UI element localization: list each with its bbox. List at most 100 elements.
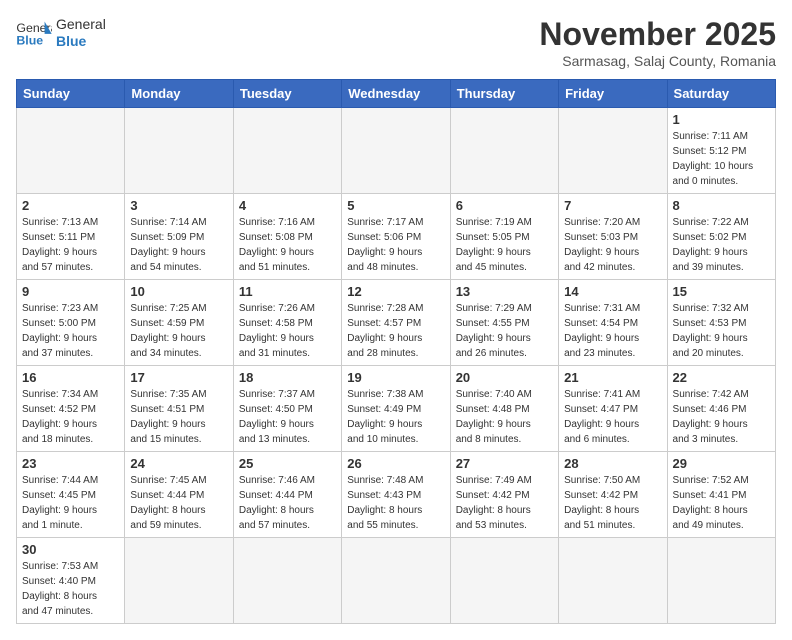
calendar-week-4: 23 Sunrise: 7:44 AM Sunset: 4:45 PM Dayli… (17, 452, 776, 538)
day-info: Sunrise: 7:38 AM Sunset: 4:49 PM Dayligh… (347, 387, 444, 447)
calendar-cell: 5 Sunrise: 7:17 AM Sunset: 5:06 PM Daylig… (342, 194, 450, 280)
day-info: Sunrise: 7:45 AM Sunset: 4:44 PM Dayligh… (130, 473, 227, 533)
day-number: 2 (22, 198, 119, 213)
day-info: Sunrise: 7:31 AM Sunset: 4:54 PM Dayligh… (564, 301, 661, 361)
day-number: 14 (564, 284, 661, 299)
calendar-header-saturday: Saturday (667, 80, 775, 108)
calendar-cell: 15 Sunrise: 7:32 AM Sunset: 4:53 PM Dayli… (667, 280, 775, 366)
day-number: 24 (130, 456, 227, 471)
calendar-week-2: 9Sunrise: 7:23 AM Sunset: 5:00 PM Daylig… (17, 280, 776, 366)
day-number: 4 (239, 198, 336, 213)
day-number: 27 (456, 456, 553, 471)
day-info: Sunrise: 7:35 AM Sunset: 4:51 PM Dayligh… (130, 387, 227, 447)
day-info: Sunrise: 7:20 AM Sunset: 5:03 PM Dayligh… (564, 215, 661, 275)
calendar-cell (667, 538, 775, 624)
day-info: Sunrise: 7:48 AM Sunset: 4:43 PM Dayligh… (347, 473, 444, 533)
calendar-week-1: 2 Sunrise: 7:13 AM Sunset: 5:11 PM Daylig… (17, 194, 776, 280)
calendar-cell: 30Sunrise: 7:53 AM Sunset: 4:40 PM Dayli… (17, 538, 125, 624)
day-info: Sunrise: 7:52 AM Sunset: 4:41 PM Dayligh… (673, 473, 770, 533)
day-number: 22 (673, 370, 770, 385)
day-number: 17 (130, 370, 227, 385)
day-number: 5 (347, 198, 444, 213)
calendar-cell: 14 Sunrise: 7:31 AM Sunset: 4:54 PM Dayli… (559, 280, 667, 366)
calendar-cell: 9Sunrise: 7:23 AM Sunset: 5:00 PM Daylig… (17, 280, 125, 366)
calendar-cell: 6Sunrise: 7:19 AM Sunset: 5:05 PM Daylig… (450, 194, 558, 280)
day-info: Sunrise: 7:49 AM Sunset: 4:42 PM Dayligh… (456, 473, 553, 533)
calendar-cell (17, 108, 125, 194)
calendar-week-5: 30Sunrise: 7:53 AM Sunset: 4:40 PM Dayli… (17, 538, 776, 624)
day-info: Sunrise: 7:25 AM Sunset: 4:59 PM Dayligh… (130, 301, 227, 361)
calendar-cell: 7 Sunrise: 7:20 AM Sunset: 5:03 PM Daylig… (559, 194, 667, 280)
calendar-cell (559, 538, 667, 624)
day-info: Sunrise: 7:29 AM Sunset: 4:55 PM Dayligh… (456, 301, 553, 361)
day-info: Sunrise: 7:46 AM Sunset: 4:44 PM Dayligh… (239, 473, 336, 533)
day-number: 3 (130, 198, 227, 213)
day-number: 25 (239, 456, 336, 471)
calendar-week-3: 16 Sunrise: 7:34 AM Sunset: 4:52 PM Dayli… (17, 366, 776, 452)
header: General Blue General Blue November 2025 … (16, 16, 776, 69)
day-info: Sunrise: 7:34 AM Sunset: 4:52 PM Dayligh… (22, 387, 119, 447)
day-info: Sunrise: 7:32 AM Sunset: 4:53 PM Dayligh… (673, 301, 770, 361)
day-number: 16 (22, 370, 119, 385)
title-area: November 2025 Sarmasag, Salaj County, Ro… (539, 16, 776, 69)
day-number: 23 (22, 456, 119, 471)
calendar-cell: 27 Sunrise: 7:49 AM Sunset: 4:42 PM Dayli… (450, 452, 558, 538)
calendar-cell: 19 Sunrise: 7:38 AM Sunset: 4:49 PM Dayli… (342, 366, 450, 452)
day-info: Sunrise: 7:17 AM Sunset: 5:06 PM Dayligh… (347, 215, 444, 275)
calendar-cell (342, 108, 450, 194)
calendar-table: SundayMondayTuesdayWednesdayThursdayFrid… (16, 79, 776, 624)
calendar-cell: 16 Sunrise: 7:34 AM Sunset: 4:52 PM Dayli… (17, 366, 125, 452)
day-number: 15 (673, 284, 770, 299)
calendar-body: 1 Sunrise: 7:11 AM Sunset: 5:12 PM Daylig… (17, 108, 776, 624)
day-info: Sunrise: 7:37 AM Sunset: 4:50 PM Dayligh… (239, 387, 336, 447)
calendar-cell: 3Sunrise: 7:14 AM Sunset: 5:09 PM Daylig… (125, 194, 233, 280)
logo-blue: Blue (56, 33, 106, 50)
day-info: Sunrise: 7:16 AM Sunset: 5:08 PM Dayligh… (239, 215, 336, 275)
calendar-cell (342, 538, 450, 624)
calendar-cell: 11 Sunrise: 7:26 AM Sunset: 4:58 PM Dayli… (233, 280, 341, 366)
calendar-header-friday: Friday (559, 80, 667, 108)
day-info: Sunrise: 7:13 AM Sunset: 5:11 PM Dayligh… (22, 215, 119, 275)
day-number: 12 (347, 284, 444, 299)
calendar-week-0: 1 Sunrise: 7:11 AM Sunset: 5:12 PM Daylig… (17, 108, 776, 194)
day-info: Sunrise: 7:19 AM Sunset: 5:05 PM Dayligh… (456, 215, 553, 275)
day-info: Sunrise: 7:26 AM Sunset: 4:58 PM Dayligh… (239, 301, 336, 361)
day-number: 20 (456, 370, 553, 385)
day-number: 7 (564, 198, 661, 213)
calendar-cell: 2 Sunrise: 7:13 AM Sunset: 5:11 PM Daylig… (17, 194, 125, 280)
calendar-header-sunday: Sunday (17, 80, 125, 108)
day-number: 28 (564, 456, 661, 471)
day-number: 13 (456, 284, 553, 299)
calendar-cell (450, 108, 558, 194)
day-number: 19 (347, 370, 444, 385)
day-number: 1 (673, 112, 770, 127)
calendar-cell: 18Sunrise: 7:37 AM Sunset: 4:50 PM Dayli… (233, 366, 341, 452)
calendar-header-thursday: Thursday (450, 80, 558, 108)
calendar-cell: 4 Sunrise: 7:16 AM Sunset: 5:08 PM Daylig… (233, 194, 341, 280)
day-info: Sunrise: 7:22 AM Sunset: 5:02 PM Dayligh… (673, 215, 770, 275)
calendar-cell (125, 108, 233, 194)
calendar-cell: 24 Sunrise: 7:45 AM Sunset: 4:44 PM Dayli… (125, 452, 233, 538)
logo-general: General (56, 16, 106, 33)
calendar-cell (559, 108, 667, 194)
calendar-subtitle: Sarmasag, Salaj County, Romania (539, 53, 776, 69)
calendar-header-wednesday: Wednesday (342, 80, 450, 108)
calendar-cell: 28Sunrise: 7:50 AM Sunset: 4:42 PM Dayli… (559, 452, 667, 538)
calendar-header-row: SundayMondayTuesdayWednesdayThursdayFrid… (17, 80, 776, 108)
day-number: 29 (673, 456, 770, 471)
calendar-cell: 29 Sunrise: 7:52 AM Sunset: 4:41 PM Dayli… (667, 452, 775, 538)
day-info: Sunrise: 7:41 AM Sunset: 4:47 PM Dayligh… (564, 387, 661, 447)
day-info: Sunrise: 7:11 AM Sunset: 5:12 PM Dayligh… (673, 129, 770, 189)
calendar-cell: 17 Sunrise: 7:35 AM Sunset: 4:51 PM Dayli… (125, 366, 233, 452)
day-info: Sunrise: 7:23 AM Sunset: 5:00 PM Dayligh… (22, 301, 119, 361)
day-info: Sunrise: 7:44 AM Sunset: 4:45 PM Dayligh… (22, 473, 119, 533)
day-number: 8 (673, 198, 770, 213)
day-number: 11 (239, 284, 336, 299)
day-number: 10 (130, 284, 227, 299)
calendar-cell (233, 108, 341, 194)
day-number: 30 (22, 542, 119, 557)
calendar-title: November 2025 (539, 16, 776, 53)
day-info: Sunrise: 7:42 AM Sunset: 4:46 PM Dayligh… (673, 387, 770, 447)
day-number: 26 (347, 456, 444, 471)
logo: General Blue General Blue (16, 16, 106, 50)
